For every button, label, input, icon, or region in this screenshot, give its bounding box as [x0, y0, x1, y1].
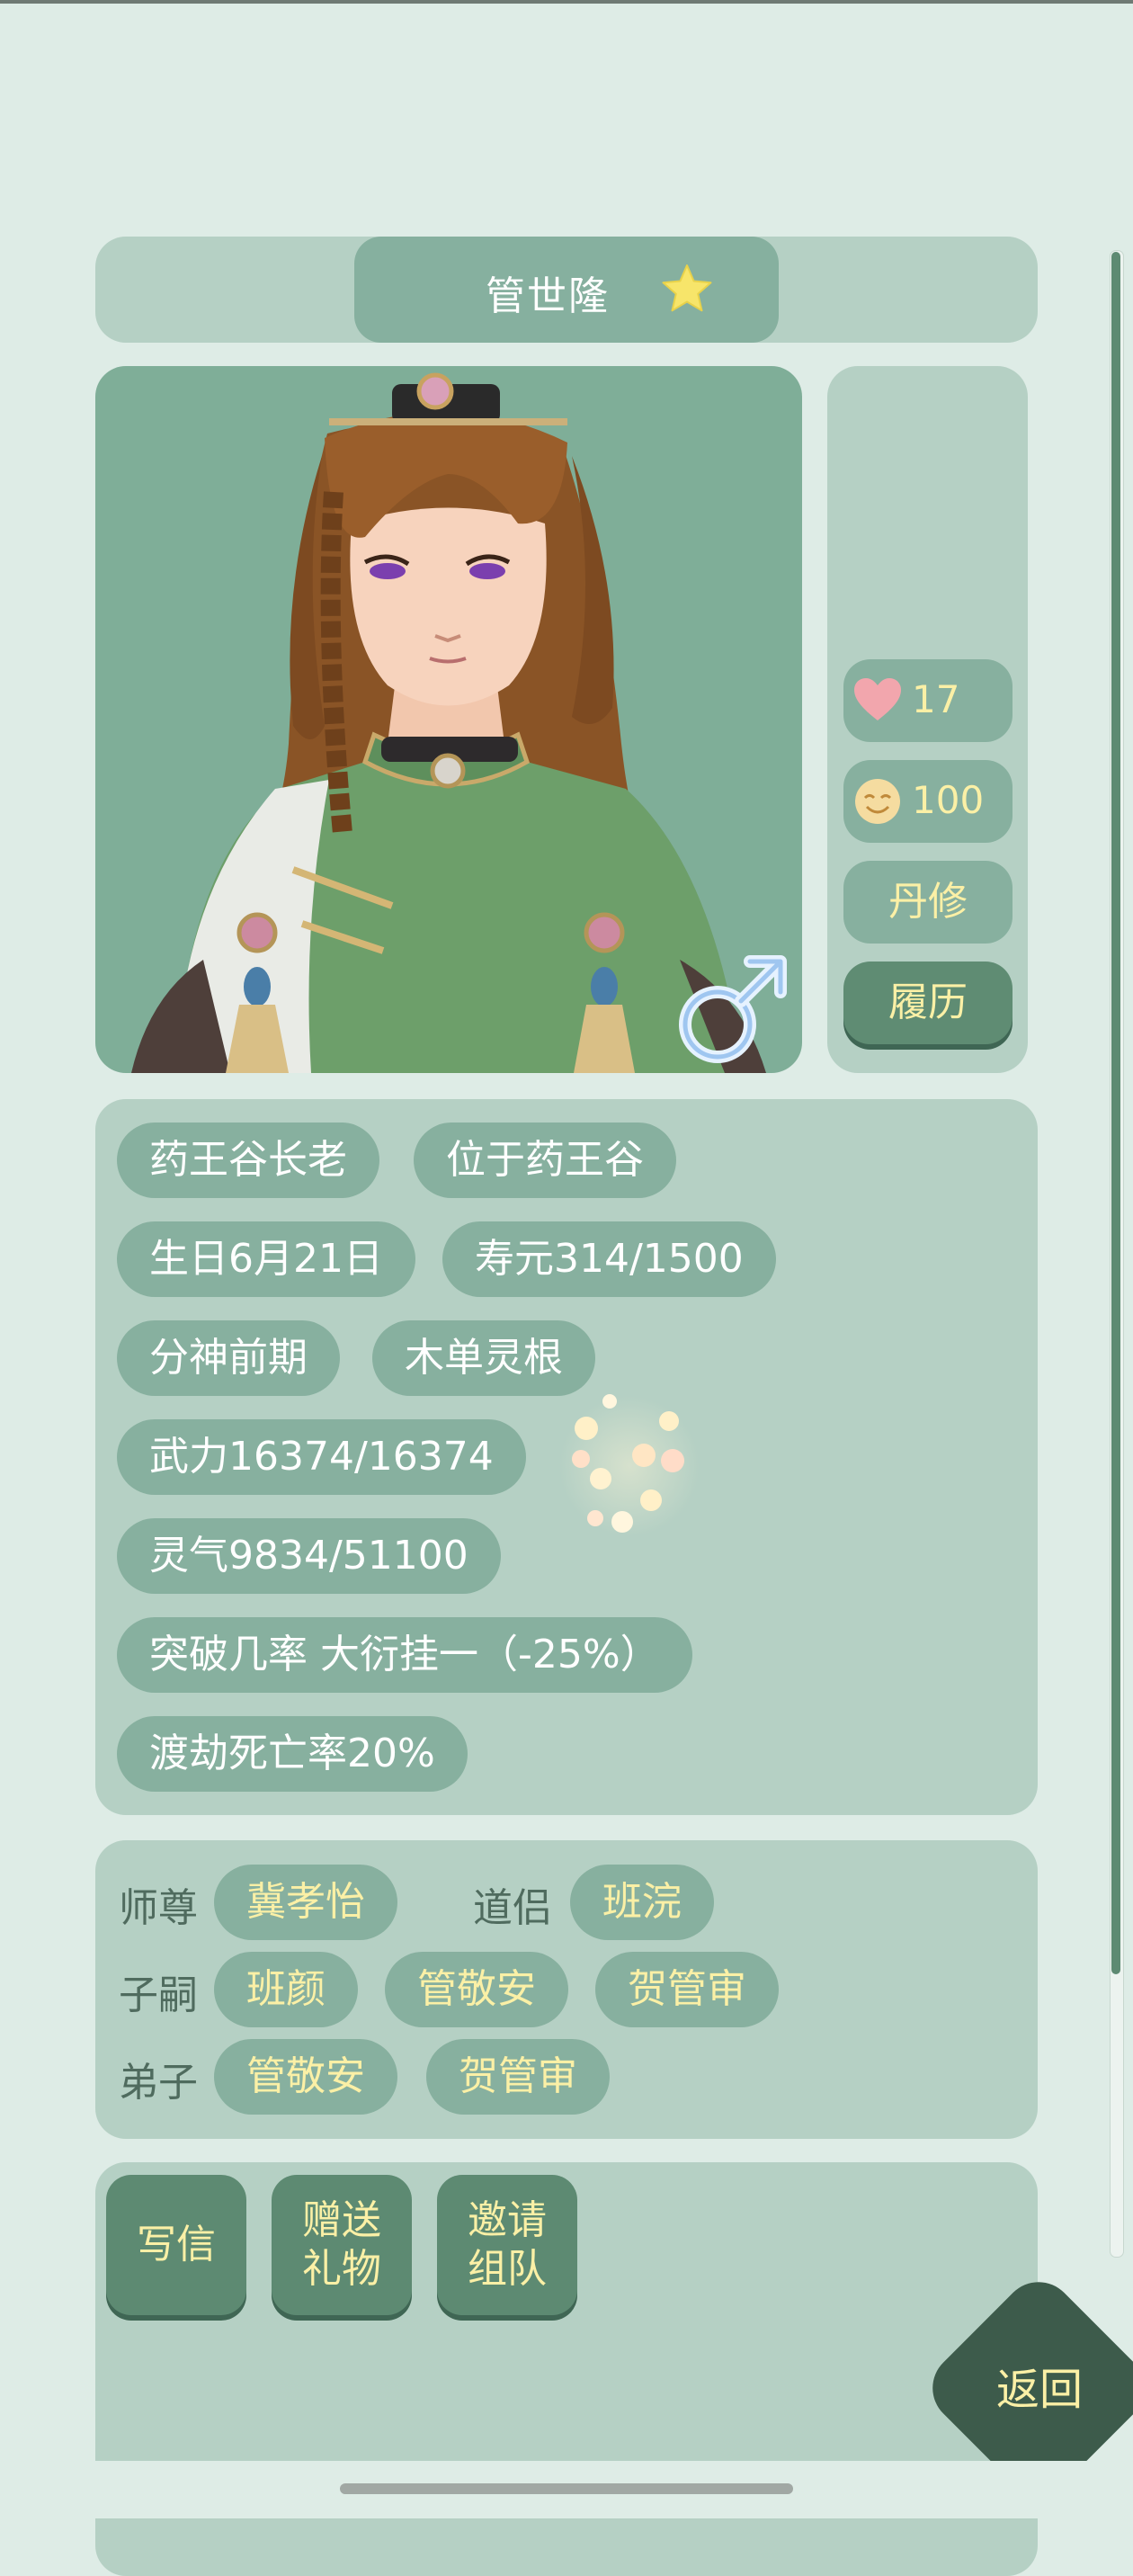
write-letter-button[interactable]: 写信	[106, 2175, 246, 2315]
affection-stat: 17	[843, 659, 1013, 742]
mood-value: 100	[912, 778, 985, 822]
breakthrough-tag: 突破几率 大衍挂一（-25%）	[117, 1617, 692, 1693]
spirit-energy-tag: 灵气9834/51100	[117, 1518, 501, 1594]
top-edge-line	[0, 0, 1133, 4]
title-tag: 药王谷长老	[117, 1123, 379, 1198]
realm-tag: 分神前期	[117, 1320, 340, 1396]
back-button-label[interactable]: 返回	[996, 2354, 1083, 2417]
affection-value: 17	[912, 677, 960, 721]
lifespan-tag: 寿元314/1500	[442, 1221, 776, 1297]
star-icon[interactable]	[660, 262, 714, 316]
name-bar: 管世隆	[95, 237, 1038, 343]
partner-name-tag[interactable]: 班浣	[570, 1865, 714, 1940]
disciple-name-tag[interactable]: 贺管审	[426, 2039, 610, 2115]
child-name-tag[interactable]: 贺管审	[595, 1952, 779, 2027]
send-gift-button[interactable]: 赠送 礼物	[272, 2175, 412, 2315]
profession-button[interactable]: 丹修	[843, 861, 1013, 944]
send-gift-label: 赠送 礼物	[302, 2197, 381, 2292]
master-name-tag[interactable]: 冀孝怡	[214, 1865, 397, 1940]
child-name-tag[interactable]: 班颜	[214, 1952, 358, 2027]
home-indicator[interactable]	[340, 2483, 793, 2494]
invite-team-label: 邀请 组队	[468, 2197, 547, 2292]
character-name: 管世隆	[486, 273, 610, 319]
name-tab: 管世隆	[354, 237, 779, 343]
tribulation-tag: 渡劫死亡率20%	[117, 1716, 468, 1792]
history-button[interactable]: 履历	[843, 962, 1013, 1044]
side-stats-panel: 17 100 丹修 履历	[827, 366, 1028, 1073]
mood-stat: 100	[843, 760, 1013, 843]
location-tag: 位于药王谷	[414, 1123, 676, 1198]
sparkle-effect-icon	[559, 1394, 700, 1536]
male-gender-icon	[679, 955, 787, 1063]
child-name-tag[interactable]: 管敬安	[385, 1952, 568, 2027]
disciples-label: 弟子	[119, 2060, 198, 2106]
disciple-name-tag[interactable]: 管敬安	[214, 2039, 397, 2115]
birthday-tag: 生日6月21日	[117, 1221, 415, 1297]
heart-icon	[854, 678, 901, 720]
children-label: 子嗣	[119, 1972, 198, 2018]
smiley-face-icon	[855, 779, 900, 824]
power-tag: 武力16374/16374	[117, 1419, 526, 1495]
invite-team-button[interactable]: 邀请 组队	[437, 2175, 577, 2315]
partner-label: 道侣	[473, 1885, 552, 1931]
scrollbar-thumb[interactable]	[1111, 252, 1120, 1974]
master-label: 师尊	[119, 1885, 198, 1931]
write-letter-label: 写信	[137, 2222, 216, 2267]
